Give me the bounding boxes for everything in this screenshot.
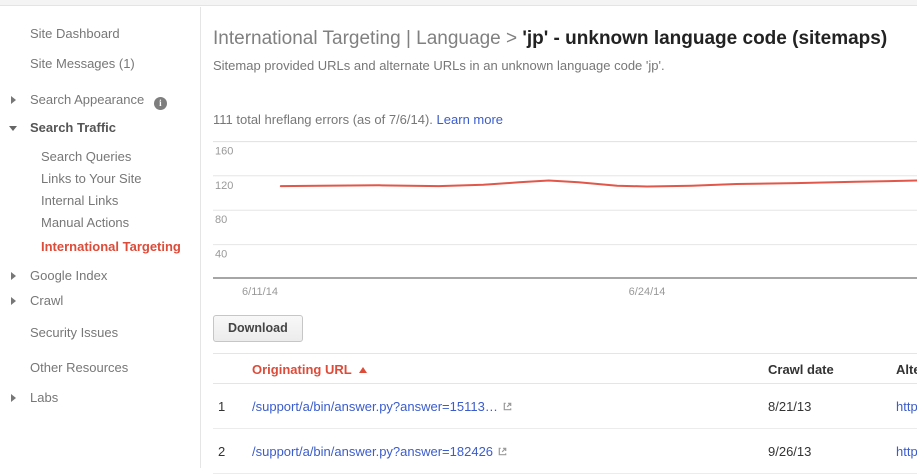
external-link-icon[interactable] bbox=[497, 430, 508, 475]
sidebar-item-links-to-your-site[interactable]: Links to Your Site bbox=[0, 170, 200, 188]
sort-ascending-icon bbox=[359, 367, 367, 373]
info-icon[interactable]: i bbox=[154, 97, 167, 110]
top-toolbar-edge bbox=[0, 0, 917, 6]
sidebar-item-other-resources[interactable]: Other Resources bbox=[0, 359, 200, 377]
errors-table-header: Originating URL Crawl date Alternate URL bbox=[213, 353, 917, 384]
sidebar-item-label: Links to Your Site bbox=[41, 171, 141, 186]
svg-text:6/24/14: 6/24/14 bbox=[629, 286, 666, 298]
sidebar-item-labs[interactable]: Labs bbox=[0, 389, 200, 407]
sidebar-item-label: Site Dashboard bbox=[30, 26, 120, 41]
chevron-right-icon[interactable] bbox=[11, 297, 16, 305]
row-number: 1 bbox=[218, 384, 248, 429]
sidebar-item-label: Crawl bbox=[30, 293, 63, 308]
svg-text:6/11/14: 6/11/14 bbox=[242, 286, 278, 298]
sidebar-item-label: Site Messages (1) bbox=[30, 56, 135, 71]
chevron-right-icon[interactable] bbox=[11, 394, 16, 402]
sidebar-item-label: Google Index bbox=[30, 268, 107, 283]
sidebar-item-label: Manual Actions bbox=[41, 215, 129, 230]
sidebar-item-label: Search Appearance bbox=[30, 92, 144, 107]
external-link-icon[interactable] bbox=[502, 385, 513, 430]
sidebar-item-label: Search Queries bbox=[41, 149, 131, 164]
errors-table: Originating URL Crawl date Alternate URL… bbox=[213, 353, 917, 474]
sidebar-nav: Site Dashboard Site Messages (1) Search … bbox=[0, 7, 201, 468]
svg-text:40: 40 bbox=[215, 249, 227, 261]
chart-canvas: 160 120 80 40 6/11/14 6/24/14 bbox=[213, 141, 917, 299]
svg-text:120: 120 bbox=[215, 180, 233, 192]
sidebar-item-label: Search Traffic bbox=[30, 120, 116, 135]
sidebar-item-label: Internal Links bbox=[41, 193, 118, 208]
sidebar-item-label: Other Resources bbox=[30, 360, 128, 375]
sidebar-item-label: Labs bbox=[30, 390, 58, 405]
alternate-url-link[interactable]: https:// bbox=[896, 444, 917, 459]
crawl-date-cell: 9/26/13 bbox=[760, 429, 890, 474]
sidebar-item-google-index[interactable]: Google Index bbox=[0, 267, 200, 285]
column-header-label: Originating URL bbox=[252, 362, 352, 377]
alternate-url-link[interactable]: https:// bbox=[896, 399, 917, 414]
hreflang-errors-chart: 160 120 80 40 6/11/14 6/24/14 bbox=[213, 141, 917, 299]
sidebar-item-label: International Targeting bbox=[41, 239, 181, 254]
sidebar-item-international-targeting[interactable]: International Targeting bbox=[0, 238, 200, 256]
page-title-current: 'jp' - unknown language code (sitemaps) bbox=[522, 28, 887, 49]
sidebar-item-site-dashboard[interactable]: Site Dashboard bbox=[0, 25, 200, 43]
sidebar-item-site-messages[interactable]: Site Messages (1) bbox=[0, 55, 200, 73]
chevron-right-icon[interactable] bbox=[11, 96, 16, 104]
sidebar-item-search-queries[interactable]: Search Queries bbox=[0, 148, 200, 166]
column-header-crawl-date[interactable]: Crawl date bbox=[760, 354, 890, 385]
table-row: 1 /support/a/bin/answer.py?answer=15113…… bbox=[213, 384, 917, 429]
chevron-right-icon[interactable] bbox=[11, 272, 16, 280]
originating-url-link[interactable]: /support/a/bin/answer.py?answer=15113… bbox=[252, 399, 498, 414]
sidebar-item-search-traffic[interactable]: Search Traffic bbox=[0, 119, 200, 137]
page-subtitle: Sitemap provided URLs and alternate URLs… bbox=[213, 57, 917, 75]
chevron-down-icon[interactable] bbox=[9, 126, 17, 131]
main-content: International Targeting | Language > 'jp… bbox=[201, 7, 917, 468]
errors-count-text: 111 total hreflang errors (as of 7/6/14)… bbox=[213, 112, 433, 127]
sidebar-item-internal-links[interactable]: Internal Links bbox=[0, 192, 200, 210]
crawl-date-cell: 8/21/13 bbox=[760, 384, 890, 429]
sidebar-item-label: Security Issues bbox=[30, 325, 118, 340]
table-row: 2 /support/a/bin/answer.py?answer=182426… bbox=[213, 429, 917, 474]
download-button[interactable]: Download bbox=[213, 315, 303, 342]
row-number: 2 bbox=[218, 429, 248, 474]
errors-summary: 111 total hreflang errors (as of 7/6/14)… bbox=[213, 111, 917, 129]
svg-text:160: 160 bbox=[215, 146, 233, 158]
sidebar-item-manual-actions[interactable]: Manual Actions bbox=[0, 214, 200, 232]
sidebar-item-crawl[interactable]: Crawl bbox=[0, 292, 200, 310]
svg-text:80: 80 bbox=[215, 214, 227, 226]
learn-more-link[interactable]: Learn more bbox=[437, 112, 503, 127]
sidebar-item-search-appearance[interactable]: Search Appearance i bbox=[0, 91, 200, 109]
column-header-originating-url[interactable]: Originating URL bbox=[252, 354, 752, 385]
page-title: International Targeting | Language > 'jp… bbox=[213, 27, 917, 51]
originating-url-link[interactable]: /support/a/bin/answer.py?answer=182426 bbox=[252, 444, 493, 459]
breadcrumb: International Targeting | Language > bbox=[213, 28, 522, 49]
column-header-alternate-url[interactable]: Alternate URL bbox=[896, 354, 917, 385]
sidebar-item-security-issues[interactable]: Security Issues bbox=[0, 324, 200, 342]
